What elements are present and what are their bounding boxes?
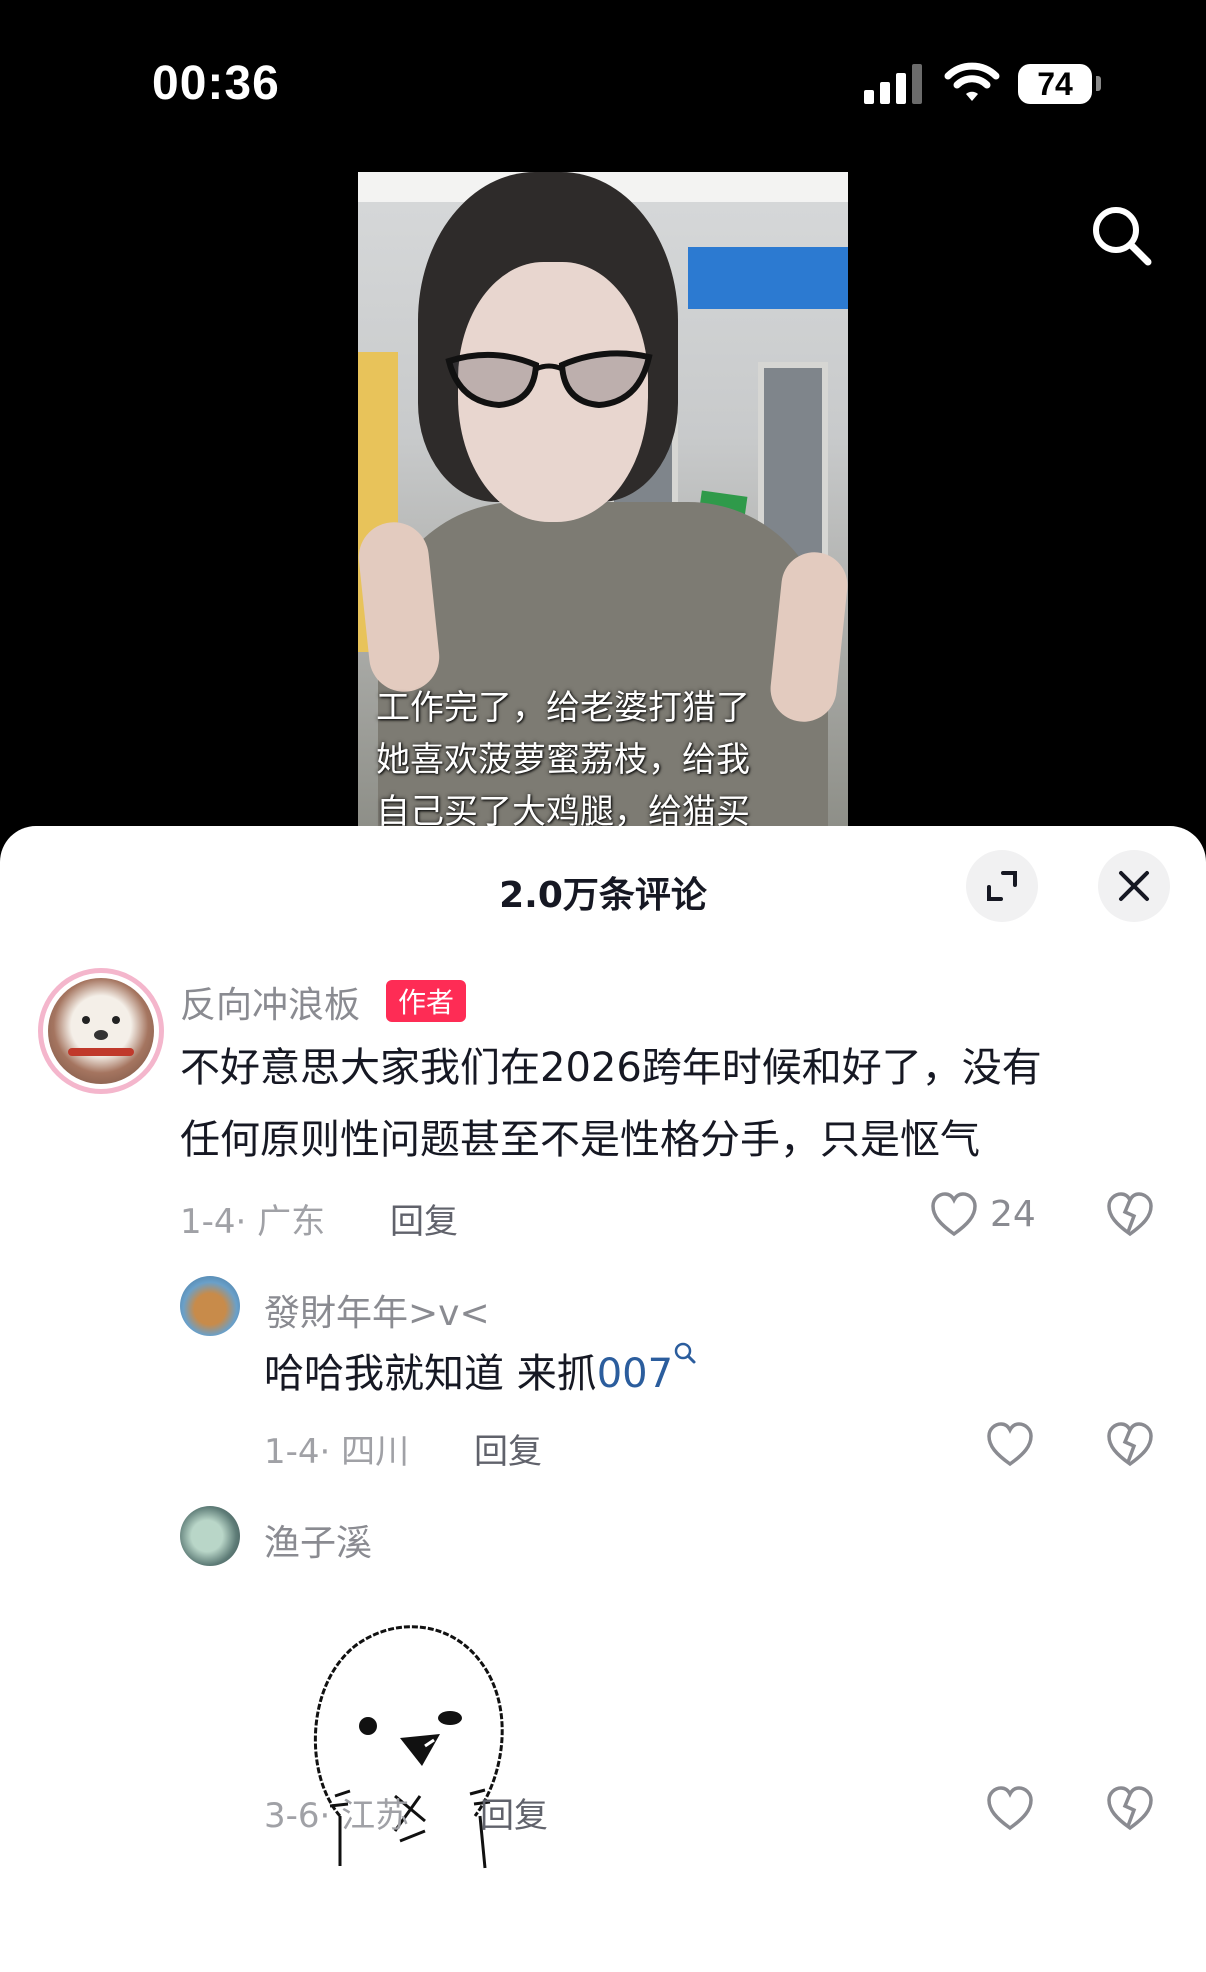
comments-sheet: 2.0万条评论 反向冲浪板 作者 不好意思大家我们在2026跨年时候和好了，没有… [0, 826, 1206, 1972]
comment-line: 不好意思大家我们在2026跨年时候和好了，没有 [180, 1045, 1042, 1091]
dislike-icon[interactable] [1106, 1192, 1154, 1238]
video-glasses [445, 350, 653, 409]
battery-indicator: 74 [1018, 64, 1092, 104]
expand-button[interactable] [966, 850, 1038, 922]
comment-username[interactable]: 發財年年>v< [264, 1284, 490, 1336]
comment-text[interactable]: 哈哈我就知道 来抓007 [264, 1338, 697, 1410]
avatar-collar [68, 1048, 134, 1056]
comment-meta: 1-4· 广东 [180, 1202, 326, 1242]
wifi-icon [944, 62, 1000, 101]
battery-tip [1096, 76, 1101, 91]
heart-icon[interactable] [986, 1786, 1034, 1832]
video-preview[interactable]: 工作完了，给老婆打猎了 她喜欢菠萝蜜荔枝，给我 自己买了大鸡腿，给猫买 [358, 172, 848, 832]
signal-icon [864, 64, 922, 104]
close-button[interactable] [1098, 850, 1170, 922]
comment-text[interactable]: 不好意思大家我们在2026跨年时候和好了，没有 任何原则性问题甚至不是性格分手，… [180, 1032, 1140, 1176]
comment-meta: 3-6· 江苏 [264, 1796, 410, 1836]
comment-meta: 1-4· 四川 [264, 1432, 410, 1472]
heart-icon[interactable] [986, 1422, 1034, 1468]
close-icon [1119, 871, 1149, 901]
avatar-eye [112, 1016, 120, 1024]
video-caption: 工作完了，给老婆打猎了 她喜欢菠萝蜜荔枝，给我 自己买了大鸡腿，给猫买 [376, 682, 796, 832]
avatar[interactable] [180, 1276, 240, 1336]
video-sign [688, 247, 848, 309]
comment-line: 任何原则性问题甚至不是性格分手，只是怄气 [180, 1117, 980, 1163]
reply-button[interactable]: 回复 [474, 1424, 542, 1473]
search-link[interactable]: 007 [597, 1351, 673, 1397]
avatar-nose [94, 1030, 108, 1040]
avatar[interactable] [38, 968, 164, 1094]
reply-button[interactable]: 回复 [390, 1194, 458, 1243]
dislike-icon[interactable] [1106, 1786, 1154, 1832]
like-count: 24 [990, 1194, 1036, 1235]
dislike-icon[interactable] [1106, 1422, 1154, 1468]
expand-icon [987, 871, 1017, 901]
reply-button[interactable]: 回复 [480, 1788, 548, 1837]
caption-line: 工作完了，给老婆打猎了 [376, 688, 750, 728]
avatar[interactable] [180, 1506, 240, 1566]
author-badge: 作者 [386, 980, 467, 1022]
caption-line: 她喜欢菠萝蜜荔枝，给我 [376, 740, 750, 780]
avatar-dog-image [48, 978, 154, 1084]
avatar-eye [82, 1016, 90, 1024]
comment-username[interactable]: 反向冲浪板 [180, 976, 360, 1028]
heart-icon[interactable] [930, 1192, 978, 1238]
status-time: 00:36 [152, 57, 280, 110]
magnifier-icon[interactable] [673, 1341, 697, 1365]
search-icon[interactable] [1086, 200, 1156, 270]
comment-username[interactable]: 渔子溪 [264, 1514, 372, 1566]
status-bar: 00:36 74 [0, 0, 1206, 170]
comment-line: 哈哈我就知道 来抓 [264, 1351, 597, 1397]
